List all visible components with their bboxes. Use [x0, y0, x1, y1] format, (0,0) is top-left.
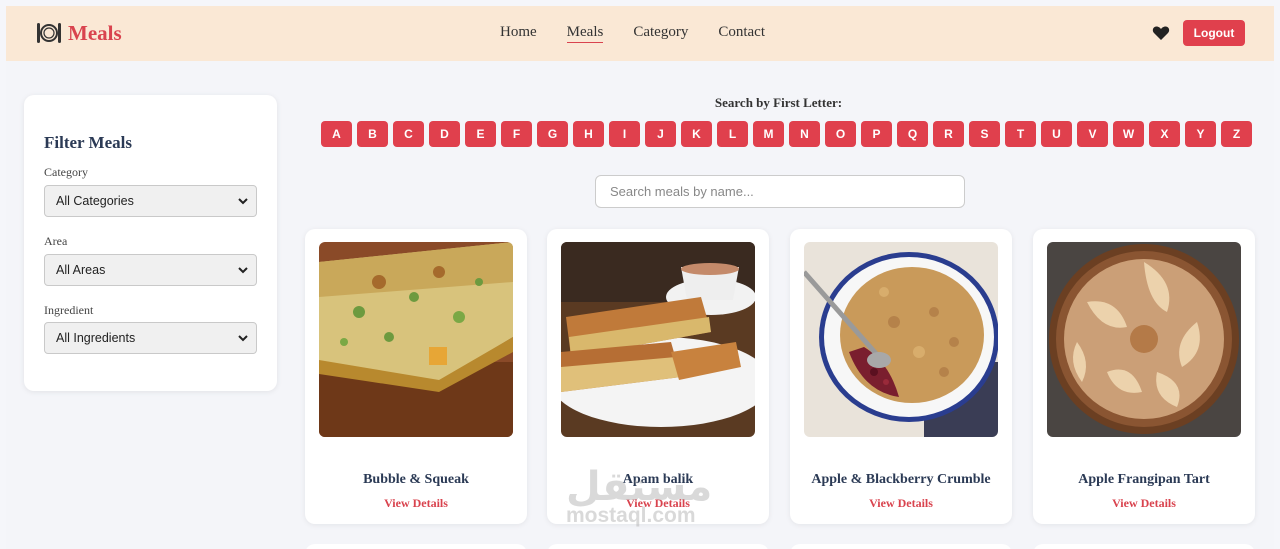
- area-select[interactable]: All Areas: [44, 254, 257, 286]
- search-letter-title: Search by First Letter:: [714, 95, 843, 110]
- watermark: مستقل mostaql.com: [566, 464, 712, 528]
- letter-button-l[interactable]: L: [717, 121, 748, 147]
- chevron-down-icon: [238, 267, 248, 274]
- letter-button-z[interactable]: Z: [1221, 121, 1252, 147]
- meal-title: Bubble & Squeak: [363, 472, 469, 487]
- letter-button-m[interactable]: M: [753, 121, 784, 147]
- navbar: Meals Home Meals Category Contact Logout: [6, 6, 1274, 61]
- meal-card: Apple & Blackberry Crumble View Details: [790, 229, 1012, 524]
- nav-home[interactable]: Home: [500, 24, 537, 43]
- letter-button-a[interactable]: A: [321, 121, 352, 147]
- nav-contact[interactable]: Contact: [718, 24, 765, 43]
- letter-button-t[interactable]: T: [1005, 121, 1036, 147]
- meal-image-crumble-dish[interactable]: [804, 242, 998, 437]
- category-select-value: All Categories: [56, 194, 134, 208]
- letter-button-k[interactable]: K: [681, 121, 712, 147]
- letter-button-y[interactable]: Y: [1185, 121, 1216, 147]
- letter-button-s[interactable]: S: [969, 121, 1000, 147]
- nav-links: Home Meals Category Contact: [500, 24, 765, 43]
- letter-button-v[interactable]: V: [1077, 121, 1108, 147]
- letter-button-x[interactable]: X: [1149, 121, 1180, 147]
- filter-title: Filter Meals: [44, 133, 132, 152]
- search-input[interactable]: Search meals by name...: [595, 175, 965, 208]
- nav-meals[interactable]: Meals: [566, 24, 604, 43]
- meal-image-folded-pancake[interactable]: [561, 242, 755, 437]
- meal-card: [790, 544, 1012, 549]
- letter-button-d[interactable]: D: [429, 121, 460, 147]
- heart-icon[interactable]: [1152, 25, 1170, 41]
- meal-title: Apple Frangipan Tart: [1078, 472, 1210, 487]
- letter-button-r[interactable]: R: [933, 121, 964, 147]
- meal-card: [1033, 544, 1255, 549]
- letter-button-e[interactable]: E: [465, 121, 496, 147]
- meal-card: Apple Frangipan Tart View Details: [1033, 229, 1255, 524]
- view-details-link[interactable]: View Details: [790, 496, 1012, 511]
- category-label: Category: [44, 165, 88, 179]
- letter-button-f[interactable]: F: [501, 121, 532, 147]
- letter-button-q[interactable]: Q: [897, 121, 928, 147]
- nav-category[interactable]: Category: [633, 24, 688, 43]
- area-label: Area: [44, 234, 68, 248]
- letter-button-h[interactable]: H: [573, 121, 604, 147]
- ingredient-select[interactable]: All Ingredients: [44, 322, 257, 354]
- app-frame: Meals Home Meals Category Contact Logout…: [6, 6, 1274, 549]
- letter-button-u[interactable]: U: [1041, 121, 1072, 147]
- filter-panel: Filter Meals Category All Categories Are…: [24, 95, 277, 391]
- letter-buttons: ABCDEFGHIJKLMNOPQRSTUVWXYZ: [321, 121, 1252, 147]
- meal-card: [305, 544, 527, 549]
- letter-button-n[interactable]: N: [789, 121, 820, 147]
- chevron-down-icon: [238, 335, 248, 342]
- letter-button-b[interactable]: B: [357, 121, 388, 147]
- ingredient-select-value: All Ingredients: [56, 331, 136, 345]
- letter-button-j[interactable]: J: [645, 121, 676, 147]
- letter-button-o[interactable]: O: [825, 121, 856, 147]
- category-select[interactable]: All Categories: [44, 185, 257, 217]
- letter-button-i[interactable]: I: [609, 121, 640, 147]
- brand[interactable]: Meals: [36, 20, 122, 46]
- chevron-down-icon: [238, 198, 248, 205]
- meal-image-apple-tart[interactable]: [1047, 242, 1241, 437]
- meal-title: Apple & Blackberry Crumble: [811, 472, 991, 487]
- meal-image-baked-vegetable-slice[interactable]: [319, 242, 513, 437]
- meal-card: Bubble & Squeak View Details: [305, 229, 527, 524]
- view-details-link[interactable]: View Details: [305, 496, 527, 511]
- letter-button-p[interactable]: P: [861, 121, 892, 147]
- letter-button-c[interactable]: C: [393, 121, 424, 147]
- view-details-link[interactable]: View Details: [1033, 496, 1255, 511]
- area-select-value: All Areas: [56, 263, 106, 277]
- logout-button[interactable]: Logout: [1183, 20, 1245, 46]
- watermark-latin: mostaql.com: [566, 504, 696, 527]
- meal-card: [547, 544, 769, 549]
- letter-button-g[interactable]: G: [537, 121, 568, 147]
- plate-cutlery-icon: [37, 23, 61, 43]
- letter-button-w[interactable]: W: [1113, 121, 1144, 147]
- brand-name: Meals: [68, 20, 122, 45]
- ingredient-label: Ingredient: [44, 303, 94, 317]
